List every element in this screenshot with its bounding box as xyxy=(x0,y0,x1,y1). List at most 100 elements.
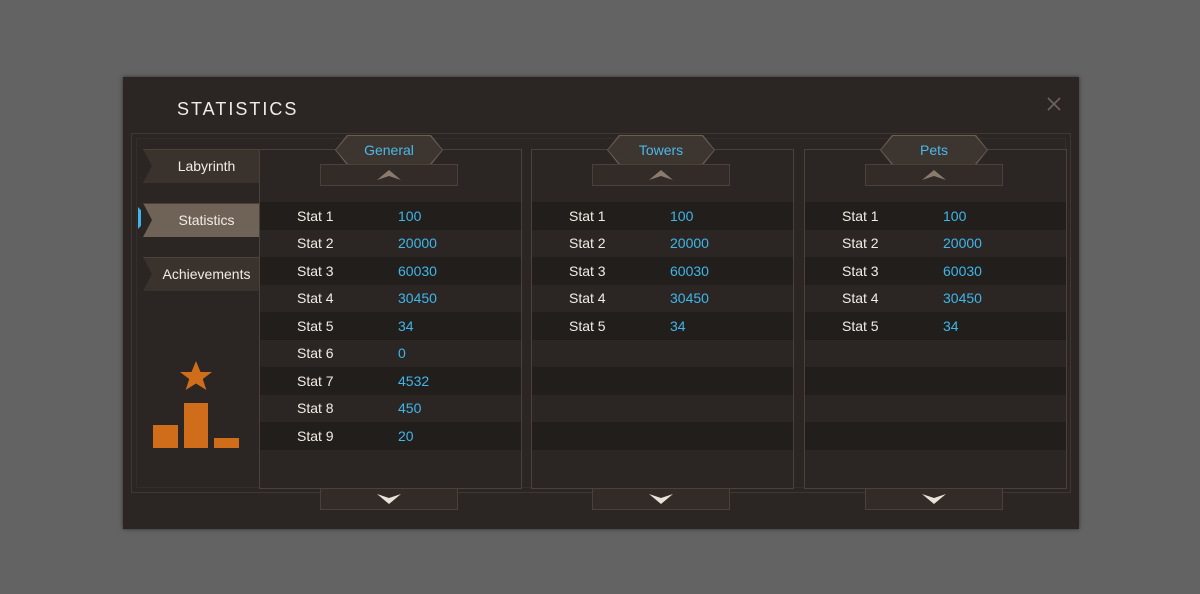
close-icon xyxy=(1047,97,1061,111)
stat-label: Stat 3 xyxy=(842,262,879,279)
stat-value: 34 xyxy=(670,317,686,334)
stat-value: 60030 xyxy=(943,262,982,279)
stat-label: Stat 5 xyxy=(569,317,606,334)
stat-value: 100 xyxy=(398,207,422,224)
stats-list: Stat 1 100 Stat 2 20000 Stat 3 60030 Stat 4… xyxy=(532,202,793,477)
table-row: Stat 5 34 xyxy=(260,312,521,340)
stat-value: 4532 xyxy=(398,372,430,389)
stat-value: 34 xyxy=(943,317,959,334)
stat-label: Stat 4 xyxy=(842,290,879,307)
nav-item-achievements[interactable]: Achievements xyxy=(143,257,260,291)
stat-label: Stat 1 xyxy=(569,207,606,224)
stat-label: Stat 5 xyxy=(297,317,334,334)
stat-label: Stat 4 xyxy=(297,290,334,307)
scroll-up-button[interactable] xyxy=(592,164,730,186)
stats-list: Stat 1 100 Stat 2 20000 Stat 3 60030 Stat 4… xyxy=(805,202,1066,477)
stat-value: 30450 xyxy=(943,290,982,307)
table-row xyxy=(532,367,793,395)
scroll-down-button[interactable] xyxy=(592,488,730,510)
stat-label: Stat 6 xyxy=(297,345,334,362)
chevron-up-icon xyxy=(649,170,673,180)
stat-label: Stat 2 xyxy=(297,235,334,252)
stat-label: Stat 5 xyxy=(842,317,879,334)
stat-value: 20 xyxy=(398,427,414,444)
stat-label: Stat 1 xyxy=(842,207,879,224)
stat-value: 20000 xyxy=(398,235,437,252)
table-row: Stat 3 60030 xyxy=(260,257,521,285)
stat-label: Stat 2 xyxy=(569,235,606,252)
table-row: Stat 7 4532 xyxy=(260,367,521,395)
stat-value: 34 xyxy=(398,317,414,334)
table-row: Stat 1 100 xyxy=(532,202,793,230)
table-row: Stat 5 34 xyxy=(805,312,1066,340)
chevron-up-icon xyxy=(377,170,401,180)
stats-column-general: General Stat 1 100 Stat 2 20000 Stat 3 6003… xyxy=(259,149,522,510)
table-row xyxy=(532,394,793,422)
column-header-towers[interactable]: Towers xyxy=(608,136,714,164)
stat-value: 100 xyxy=(943,207,967,224)
podium-star-icon xyxy=(153,361,239,448)
column-header-pets[interactable]: Pets xyxy=(881,136,987,164)
nav-item-labyrinth[interactable]: Labyrinth xyxy=(143,149,260,183)
table-row: Stat 4 30450 xyxy=(805,284,1066,312)
stat-value: 60030 xyxy=(398,262,437,279)
nav-item-label: Labyrinth xyxy=(177,158,236,174)
table-row: Stat 9 20 xyxy=(260,422,521,450)
window-title: STATISTICS xyxy=(177,99,299,119)
column-header-general[interactable]: General xyxy=(336,136,442,164)
stat-label: Stat 4 xyxy=(569,290,606,307)
stat-label: Stat 9 xyxy=(297,427,334,444)
stats-list: Stat 1 100 Stat 2 20000 Stat 3 60030 Stat 4… xyxy=(260,202,521,477)
table-row: Stat 1 100 xyxy=(805,202,1066,230)
nav-item-label: Statistics xyxy=(178,212,235,228)
stat-value: 20000 xyxy=(670,235,709,252)
stat-value: 0 xyxy=(398,345,406,362)
stat-label: Stat 3 xyxy=(297,262,334,279)
table-row: Stat 1 100 xyxy=(260,202,521,230)
stat-value: 30450 xyxy=(670,290,709,307)
table-row xyxy=(532,449,793,477)
stat-label: Stat 7 xyxy=(297,372,334,389)
table-row: Stat 4 30450 xyxy=(260,284,521,312)
table-row xyxy=(532,339,793,367)
table-row: Stat 5 34 xyxy=(532,312,793,340)
chevron-down-icon xyxy=(649,494,673,504)
close-button[interactable] xyxy=(1043,93,1065,115)
table-row xyxy=(805,449,1066,477)
stat-value: 60030 xyxy=(670,262,709,279)
table-row: Stat 2 20000 xyxy=(805,229,1066,257)
table-row: Stat 2 20000 xyxy=(260,229,521,257)
scroll-down-button[interactable] xyxy=(320,488,458,510)
chevron-down-icon xyxy=(922,494,946,504)
statistics-window: STATISTICS Labyrinth Statistics Achievem… xyxy=(123,77,1079,529)
stat-label: Stat 2 xyxy=(842,235,879,252)
stat-value: 450 xyxy=(398,400,422,417)
table-row xyxy=(805,422,1066,450)
scroll-down-button[interactable] xyxy=(865,488,1003,510)
stat-label: Stat 8 xyxy=(297,400,334,417)
nav-item-statistics[interactable]: Statistics xyxy=(143,203,260,237)
stat-value: 30450 xyxy=(398,290,437,307)
table-row: Stat 4 30450 xyxy=(532,284,793,312)
scroll-up-button[interactable] xyxy=(320,164,458,186)
table-row: Stat 8 450 xyxy=(260,394,521,422)
chevron-down-icon xyxy=(377,494,401,504)
chevron-up-icon xyxy=(922,170,946,180)
stat-value: 20000 xyxy=(943,235,982,252)
stats-column-pets: Pets Stat 1 100 Stat 2 20000 Stat 3 60030 S… xyxy=(804,149,1067,510)
nav-item-label: Achievements xyxy=(162,266,251,282)
table-row xyxy=(260,449,521,477)
table-row: Stat 3 60030 xyxy=(805,257,1066,285)
scroll-up-button[interactable] xyxy=(865,164,1003,186)
table-row: Stat 3 60030 xyxy=(532,257,793,285)
table-row xyxy=(805,394,1066,422)
stat-label: Stat 1 xyxy=(297,207,334,224)
stat-value: 100 xyxy=(670,207,694,224)
stat-label: Stat 3 xyxy=(569,262,606,279)
stats-column-towers: Towers Stat 1 100 Stat 2 20000 Stat 3 60030… xyxy=(531,149,794,510)
table-row: Stat 6 0 xyxy=(260,339,521,367)
table-row xyxy=(805,339,1066,367)
table-row: Stat 2 20000 xyxy=(532,229,793,257)
table-row xyxy=(805,367,1066,395)
table-row xyxy=(532,422,793,450)
